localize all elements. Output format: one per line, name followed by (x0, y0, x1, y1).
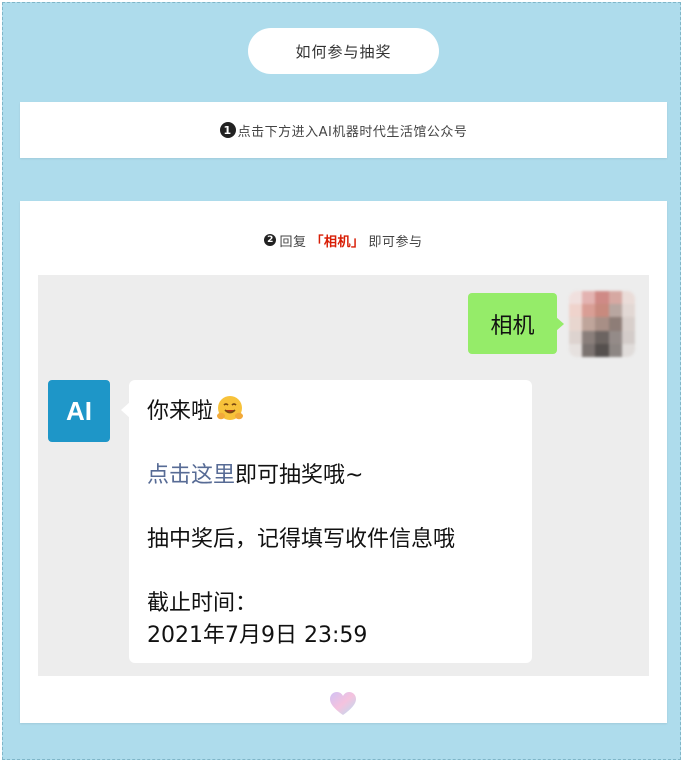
reply-reminder: 抽中奖后，记得填写收件信息哦 (147, 526, 456, 552)
step1-number-icon: 1 (219, 122, 236, 138)
reply-greeting: 你来啦 (147, 399, 214, 424)
hugging-face-icon (217, 396, 244, 420)
user-avatar (569, 291, 635, 357)
heart-icon (330, 692, 356, 715)
step2-keyword: 「相机」 (310, 234, 365, 250)
ai-avatar-text: AI (66, 399, 92, 423)
step1-card: 1 点击下方进入AI机器时代生活馆公众号 (20, 102, 667, 158)
step2-card: 2 回复 「相机」 即可参与 相机 AI 你来啦 点击这里即可抽奖哦~ 抽中奖后… (20, 201, 667, 723)
ai-avatar: AI (48, 380, 110, 442)
deadline-value: 2021年7月9日 23:59 (147, 622, 368, 648)
click-here-link[interactable]: 点击这里 (147, 463, 235, 488)
step2-text-after: 即可参与 (368, 234, 423, 250)
user-message-text: 相机 (490, 313, 535, 339)
reply-greeting-line: 你来啦 (147, 394, 514, 428)
step1-instruction: 1 点击下方进入AI机器时代生活馆公众号 (20, 102, 667, 158)
reply-link-line: 点击这里即可抽奖哦~ (147, 460, 514, 492)
ai-logo-icon: AI (66, 399, 92, 423)
ai-reply-bubble: 你来啦 点击这里即可抽奖哦~ 抽中奖后，记得填写收件信息哦 截止时间： 2021… (121, 380, 532, 663)
user-message-bubble: 相机 (468, 293, 564, 354)
chat-screenshot: 相机 AI 你来啦 点击这里即可抽奖哦~ 抽中奖后，记得填写收件信息哦 截止时间… (38, 275, 649, 676)
page-title-text: 如何参与抽奖 (295, 42, 392, 61)
deadline-label: 截止时间： (147, 590, 258, 616)
step2-instruction: 2 回复 「相机」 即可参与 (20, 229, 667, 251)
step2-text-before: 回复 (279, 234, 307, 250)
page-title: 如何参与抽奖 (248, 28, 439, 74)
page-frame: 如何参与抽奖 1 点击下方进入AI机器时代生活馆公众号 2 回复 「相机」 即可… (2, 2, 681, 760)
step2-number-icon: 2 (264, 234, 277, 246)
reply-link-suffix: 即可抽奖哦~ (235, 462, 364, 488)
step1-text: 点击下方进入AI机器时代生活馆公众号 (237, 124, 468, 140)
